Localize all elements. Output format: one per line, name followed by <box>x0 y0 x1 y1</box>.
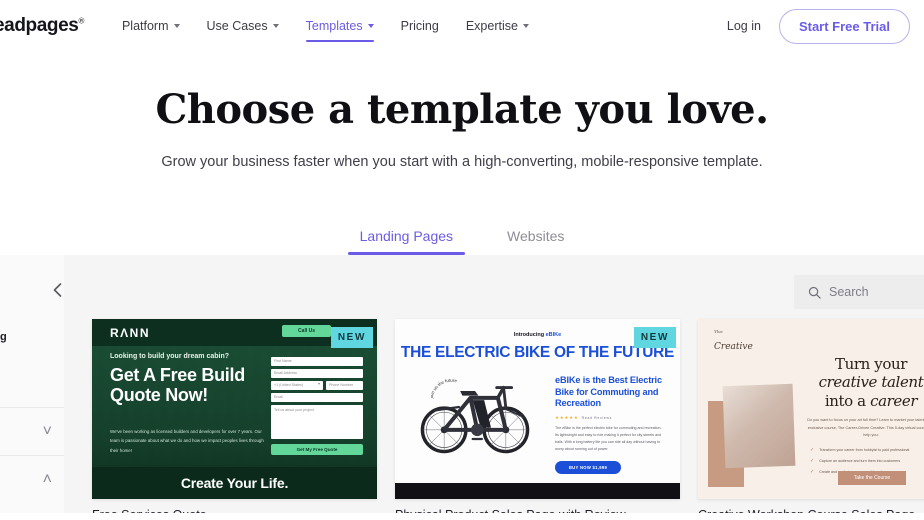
filter-group-label: g <box>0 331 7 343</box>
login-link[interactable]: Log in <box>727 19 761 33</box>
nav-label: Platform <box>121 18 169 33</box>
template-thumbnail[interactable]: NEW Introducing eBIKe THE ELECTRIC BIKE … <box>395 319 680 499</box>
new-badge: NEW <box>633 327 676 348</box>
check-icon: ✓ <box>810 447 815 453</box>
start-free-trial-button[interactable]: Start Free Trial <box>778 8 910 44</box>
check-icon: ✓ <box>810 458 815 464</box>
nav-item-use-cases[interactable]: Use Cases <box>207 15 279 38</box>
thumb-bottom-bar: Create Your Life. <box>92 467 377 499</box>
thumb-logo: The Creative <box>714 329 753 353</box>
thumb-body-text: Do you want to focus on your art full ti… <box>807 418 924 438</box>
thumb-call-button: Call Us <box>282 325 331 337</box>
search-input[interactable] <box>829 285 909 299</box>
thumb-field-first-name: First Name <box>271 357 363 366</box>
template-gallery: g ˅ ˄ NEW RΛNN Call U <box>0 255 924 513</box>
thumb-subheadline: eBIKe is the Best Electric Bike for Comm… <box>555 375 665 410</box>
chevron-left-icon <box>53 283 61 297</box>
thumb-field-email-address: Email Address <box>271 369 363 378</box>
thumb-logo: RΛNN <box>110 325 151 340</box>
thumb-eyebrow-brand: eBIKe <box>545 332 562 338</box>
list-item: ✓ Capture an audience and turn them into… <box>810 458 924 464</box>
check-icon: ✓ <box>810 469 815 475</box>
nav-label: Pricing <box>400 18 439 33</box>
chevron-down-icon <box>173 24 180 28</box>
thumb-right-column: eBIKe is the Best Electric Bike for Comm… <box>555 375 665 474</box>
tab-landing-pages[interactable]: Landing Pages <box>347 222 466 255</box>
template-thumbnail[interactable]: The Creative Turn your creative talent i… <box>698 319 924 499</box>
page-subtitle: Grow your business faster when you start… <box>161 154 763 170</box>
thumb-headline: Turn your creative talent into a career <box>806 355 924 410</box>
thumb-field-project: Tell us about your project <box>271 405 363 439</box>
site-header: eadpages® Platform Use Cases Templates P… <box>0 0 924 52</box>
thumb-headline-line4: career <box>870 391 918 410</box>
thumb-body-text: The eBike is the perfect electric bike f… <box>555 425 662 451</box>
thumb-headline-line1: Turn your <box>834 355 907 373</box>
thumb-reviews-label: Read Reviews <box>581 415 612 420</box>
search-icon <box>808 286 821 299</box>
chevron-down-icon <box>272 24 279 28</box>
thumb-field-email: Email <box>271 393 363 402</box>
leadpages-logo[interactable]: eadpages® <box>0 15 84 37</box>
thumb-headline-line3: into a <box>824 391 871 410</box>
filter-group-collapsed[interactable]: ˅ <box>0 407 64 455</box>
new-badge: NEW <box>330 327 373 348</box>
ebike-illustration <box>420 385 530 454</box>
nav-label: Expertise <box>465 18 518 33</box>
template-caption: Creative Workshop Course Sales Page <box>698 508 924 513</box>
thumb-lead-form: First Name Email Address +1 (United Stat… <box>271 357 363 455</box>
thumb-tagline: Create Your Life. <box>180 475 289 491</box>
nav-item-platform[interactable]: Platform <box>122 15 180 38</box>
chevron-down-icon <box>367 24 374 28</box>
tab-websites[interactable]: Websites <box>495 222 576 255</box>
thumb-headline-plain: THE ELECTRIC BIKE OF THE <box>400 344 614 361</box>
template-card[interactable]: NEW RΛNN Call Us Looking to build your d… <box>92 319 377 513</box>
template-card[interactable]: The Creative Turn your creative talent i… <box>698 319 924 513</box>
thumb-photo-left <box>722 383 796 469</box>
header-actions: Log in Start Free Trial <box>727 8 924 44</box>
thumb-headline-line2: creative talent <box>818 373 924 392</box>
thumb-cta-button: Take the Course <box>838 471 906 485</box>
logo-text: eadpages <box>0 15 79 36</box>
thumb-logo-small: The <box>714 329 724 334</box>
logo-registered-mark: ® <box>78 16 84 26</box>
thumb-footer-bar <box>395 483 680 499</box>
main-nav: Platform Use Cases Templates Pricing Exp… <box>122 15 529 42</box>
thumb-eyebrow-prefix: Introducing <box>513 332 546 338</box>
template-type-tabs: Landing Pages Websites <box>0 222 924 255</box>
nav-label: Templates <box>305 18 363 33</box>
thumb-sub-a: eBIKe is the <box>555 375 609 385</box>
thumb-field-phone: Phone Number <box>326 381 363 390</box>
thumb-field-country: +1 (United States) <box>271 381 323 390</box>
thumb-headline: Get A Free Build Quote Now! <box>110 365 245 406</box>
carousel-prev-button[interactable] <box>48 281 66 299</box>
nav-item-pricing[interactable]: Pricing <box>401 15 439 38</box>
thumb-eyebrow: Looking to build your dream cabin? <box>110 353 230 360</box>
template-caption: Physical Product Sales Page with Review <box>395 508 680 513</box>
list-item: ✓ Transform your career from hobbyist to… <box>810 447 924 453</box>
chevron-down-icon: ˅ <box>42 422 52 440</box>
nav-label: Use Cases <box>206 18 268 33</box>
template-thumbnail[interactable]: NEW RΛNN Call Us Looking to build your d… <box>92 319 377 499</box>
hero-section: Choose a template you love. Grow your bu… <box>0 52 924 170</box>
thumb-submit-button: Get My Free Quote <box>271 444 363 455</box>
template-card[interactable]: NEW Introducing eBIKe THE ELECTRIC BIKE … <box>395 319 680 513</box>
thumb-logo-big: Creative <box>714 342 753 352</box>
nav-item-templates[interactable]: Templates <box>305 15 374 42</box>
thumb-rating: ★★★★★ Read Reviews <box>555 415 665 421</box>
filter-group-expanded[interactable]: ˄ <box>0 455 64 503</box>
star-icon: ★★★★★ <box>555 414 579 420</box>
template-caption: Free Services Quote <box>92 508 377 513</box>
thumb-body-text: We've been working as licensed builders … <box>110 429 264 453</box>
search-box[interactable] <box>794 275 924 309</box>
page-title: Choose a template you love. <box>155 86 769 133</box>
bullet-text: Capture an audience and turn them into c… <box>819 459 901 463</box>
nav-item-expertise[interactable]: Expertise <box>466 15 529 38</box>
thumb-field-row: +1 (United States) Phone Number <box>271 381 363 390</box>
template-card-list: NEW RΛNN Call Us Looking to build your d… <box>92 319 924 513</box>
bullet-text: Transform your career from hobbyist to p… <box>819 448 910 452</box>
chevron-down-icon <box>522 24 529 28</box>
chevron-up-icon: ˄ <box>42 470 52 488</box>
thumb-cta-button: BUY NOW $1,999 <box>555 460 621 474</box>
